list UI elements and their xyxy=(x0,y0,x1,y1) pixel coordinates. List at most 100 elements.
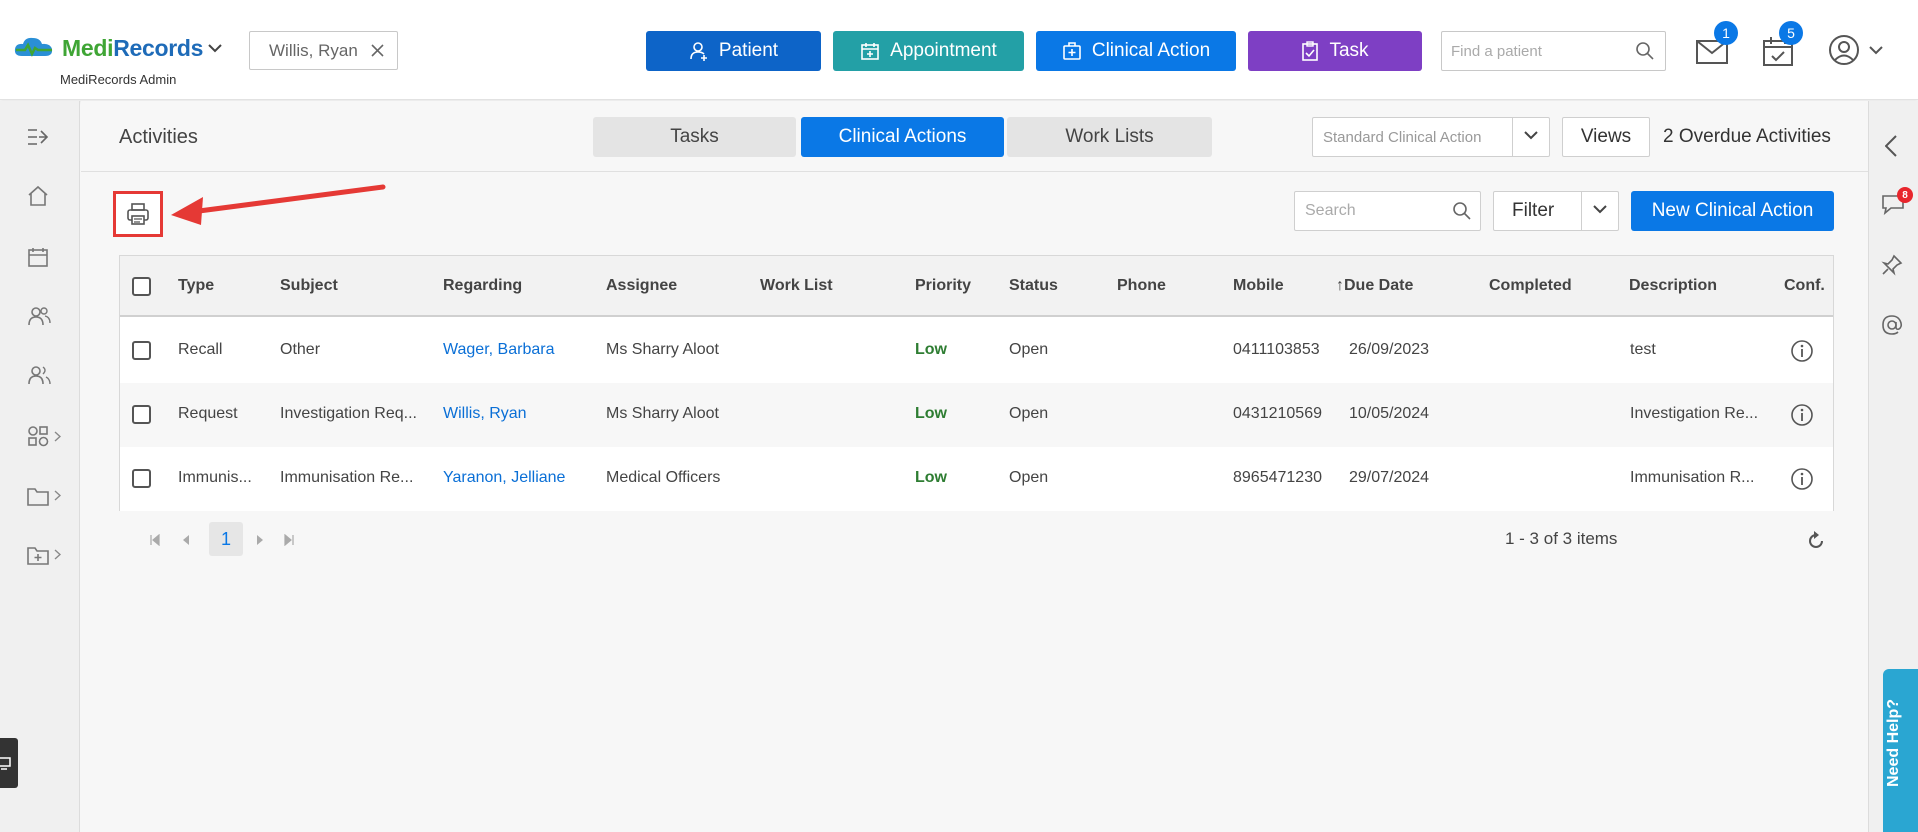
chevron-down-icon[interactable] xyxy=(1524,131,1538,140)
column-completed[interactable]: Completed xyxy=(1489,277,1572,295)
chevron-down-icon[interactable] xyxy=(1593,205,1607,214)
cell-status: Open xyxy=(1009,469,1049,486)
table-row[interactable]: Immunis... Immunisation Re... Yaranon, J… xyxy=(120,447,1833,511)
refresh-icon[interactable] xyxy=(1805,530,1827,552)
pager-info: 1 - 3 of 3 items xyxy=(1505,529,1618,548)
grid-header: Type Subject Regarding Assignee Work Lis… xyxy=(120,256,1833,317)
info-icon[interactable] xyxy=(1790,339,1814,363)
add-user-icon xyxy=(690,42,707,61)
views-button[interactable]: Views xyxy=(1562,117,1650,157)
page-number-current[interactable]: 1 xyxy=(209,522,243,556)
right-sidebar: 8 Need Help? xyxy=(1868,101,1918,832)
column-conf[interactable]: Conf. xyxy=(1784,277,1825,295)
user-avatar-icon[interactable] xyxy=(1828,34,1860,66)
tab-clinical-actions[interactable]: Clinical Actions xyxy=(801,117,1004,157)
prev-page-icon[interactable] xyxy=(181,534,191,546)
chevron-right-icon[interactable] xyxy=(54,549,61,560)
cell-subject: Investigation Req... xyxy=(280,405,417,422)
patient-chip[interactable]: Willis, Ryan xyxy=(249,31,398,70)
need-help-tab[interactable]: Need Help? xyxy=(1883,669,1918,832)
chevron-down-icon[interactable] xyxy=(208,44,222,53)
cell-assignee: Ms Sharry Aloot xyxy=(606,341,719,358)
expand-menu-icon[interactable] xyxy=(27,127,51,147)
print-button[interactable] xyxy=(113,191,163,237)
folder-add-icon[interactable] xyxy=(27,545,49,565)
column-status[interactable]: Status xyxy=(1009,277,1058,295)
column-regarding[interactable]: Regarding xyxy=(443,277,522,295)
contacts-icon[interactable] xyxy=(27,364,51,386)
cell-due-date: 10/05/2024 xyxy=(1349,405,1430,422)
apps-icon[interactable] xyxy=(27,425,49,447)
top-bar: MediRecords MediRecords Admin Willis, Ry… xyxy=(0,0,1918,100)
overdue-activities-link[interactable]: 2 Overdue Activities xyxy=(1663,126,1831,148)
chevron-down-icon[interactable] xyxy=(1869,46,1883,55)
calendar-icon[interactable] xyxy=(27,246,49,268)
cell-regarding-link[interactable]: Willis, Ryan xyxy=(443,405,527,423)
cloud-logo-icon xyxy=(14,37,53,57)
brand-logo[interactable]: MediRecords xyxy=(12,34,203,62)
chevron-right-icon[interactable] xyxy=(54,431,61,442)
column-due-date[interactable]: ↑Due Date xyxy=(1336,277,1413,295)
cell-due-date: 29/07/2024 xyxy=(1349,469,1430,486)
cell-regarding-link[interactable]: Yaranon, Jelliane xyxy=(443,469,565,487)
chevron-right-icon[interactable] xyxy=(54,490,61,501)
annotation-arrow xyxy=(171,184,386,225)
screen-capture-tab[interactable] xyxy=(0,738,18,788)
activities-header: Activities Tasks Clinical Actions Work L… xyxy=(81,101,1868,172)
info-icon[interactable] xyxy=(1790,403,1814,427)
chevron-left-icon[interactable] xyxy=(1885,135,1897,157)
monitor-icon xyxy=(0,757,11,770)
column-assignee[interactable]: Assignee xyxy=(606,277,677,295)
cell-description: Investigation Re... xyxy=(1630,405,1759,422)
find-patient-input[interactable]: Find a patient xyxy=(1441,31,1666,71)
column-mobile[interactable]: Mobile xyxy=(1233,277,1284,295)
pin-icon[interactable] xyxy=(1881,254,1903,276)
page-title: Activities xyxy=(119,126,198,148)
cell-type: Immunis... xyxy=(178,469,252,486)
table-row[interactable]: Recall Other Wager, Barbara Ms Sharry Al… xyxy=(120,319,1833,383)
column-subject[interactable]: Subject xyxy=(280,277,338,295)
medical-kit-icon xyxy=(1063,42,1081,60)
cell-subject: Other xyxy=(280,341,321,358)
select-all-checkbox[interactable] xyxy=(132,277,151,296)
appointment-button[interactable]: Appointment xyxy=(833,31,1024,71)
search-input[interactable]: Search xyxy=(1294,191,1481,231)
search-icon[interactable] xyxy=(1635,41,1655,61)
next-page-icon[interactable] xyxy=(255,534,265,546)
column-type[interactable]: Type xyxy=(178,277,214,295)
close-icon[interactable] xyxy=(370,43,385,58)
patients-icon[interactable] xyxy=(27,305,51,327)
cell-description: Immunisation R... xyxy=(1630,469,1755,486)
column-priority[interactable]: Priority xyxy=(915,277,971,295)
new-clinical-action-button[interactable]: New Clinical Action xyxy=(1631,191,1834,231)
cell-assignee: Ms Sharry Aloot xyxy=(606,405,719,422)
cell-due-date: 26/09/2023 xyxy=(1349,341,1430,358)
clinical-action-button[interactable]: Clinical Action xyxy=(1036,31,1236,71)
row-checkbox[interactable] xyxy=(132,405,151,424)
tab-tasks[interactable]: Tasks xyxy=(593,117,796,157)
column-phone[interactable]: Phone xyxy=(1117,277,1166,295)
action-type-select[interactable]: Standard Clinical Action xyxy=(1312,117,1550,157)
first-page-icon[interactable] xyxy=(149,534,161,546)
column-description[interactable]: Description xyxy=(1629,277,1717,295)
table-row[interactable]: Request Investigation Req... Willis, Rya… xyxy=(120,383,1833,447)
calendar-badge: 5 xyxy=(1779,21,1803,45)
patient-button[interactable]: Patient xyxy=(646,31,821,71)
cell-priority: Low xyxy=(915,341,947,358)
home-icon[interactable] xyxy=(27,185,49,207)
task-button[interactable]: Task xyxy=(1248,31,1422,71)
filter-button[interactable]: Filter xyxy=(1493,191,1619,231)
row-checkbox[interactable] xyxy=(132,469,151,488)
tab-work-lists[interactable]: Work Lists xyxy=(1007,117,1212,157)
action-type-value: Standard Clinical Action xyxy=(1323,128,1482,146)
calendar-add-icon xyxy=(861,43,879,60)
info-icon[interactable] xyxy=(1790,467,1814,491)
left-sidebar xyxy=(0,101,80,832)
row-checkbox[interactable] xyxy=(132,341,151,360)
search-icon[interactable] xyxy=(1452,201,1472,221)
cell-regarding-link[interactable]: Wager, Barbara xyxy=(443,341,554,359)
column-work-list[interactable]: Work List xyxy=(760,277,833,295)
folder-icon[interactable] xyxy=(27,486,49,506)
at-sign-icon[interactable] xyxy=(1881,314,1903,336)
last-page-icon[interactable] xyxy=(283,534,295,546)
